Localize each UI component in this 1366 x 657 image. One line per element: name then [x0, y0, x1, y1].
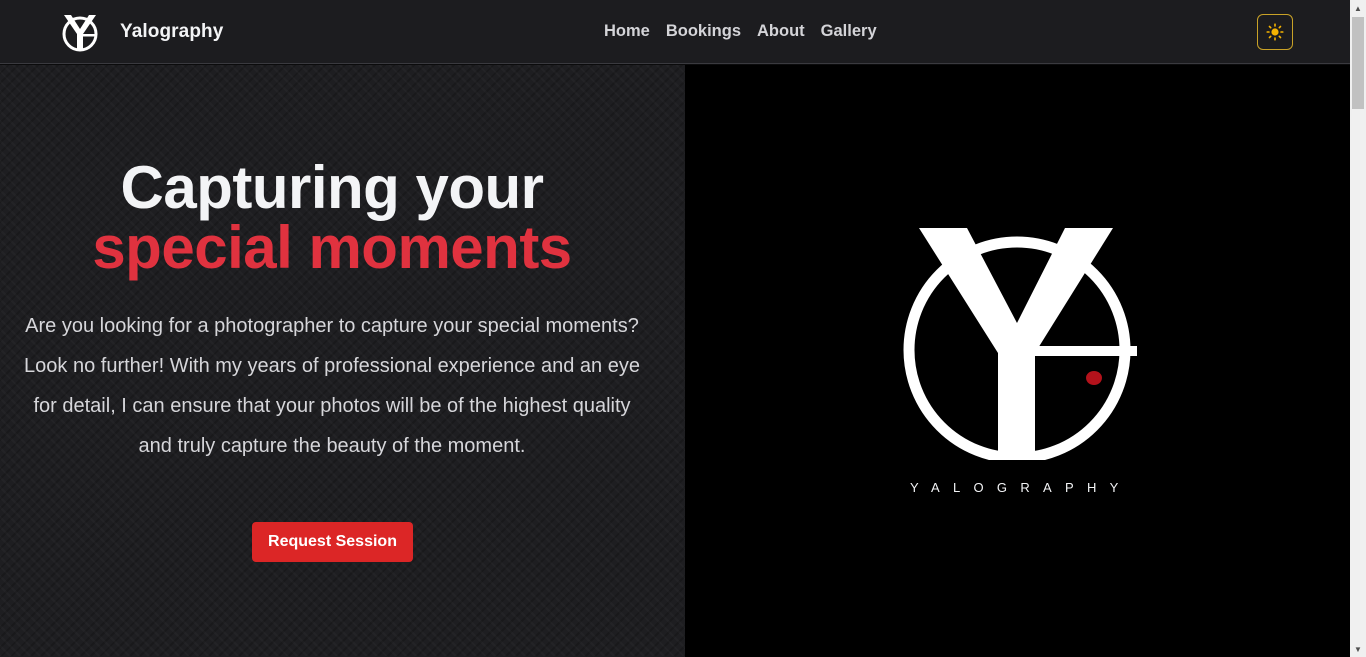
request-session-button[interactable]: Request Session: [252, 522, 413, 562]
hero-text-panel: Capturing your special moments Are you l…: [0, 65, 685, 657]
nav-links: Home Bookings About Gallery: [604, 22, 877, 41]
logo-wordmark: YALOGRAPHY: [910, 480, 1132, 495]
hero-logo-panel: YALOGRAPHY: [685, 65, 1350, 657]
nav-link-home[interactable]: Home: [604, 22, 650, 41]
navbar: Yalography Home Bookings About Gallery: [0, 0, 1350, 64]
nav-link-about[interactable]: About: [757, 22, 805, 41]
yalography-logo: [903, 228, 1137, 460]
hero-title-line2: special moments: [92, 214, 572, 281]
scroll-thumb[interactable]: [1352, 17, 1364, 109]
brand[interactable]: Yalography: [60, 12, 223, 52]
scroll-up-arrow-icon[interactable]: ▲: [1350, 0, 1366, 16]
hero-title: Capturing your special moments: [0, 158, 664, 278]
theme-toggle-button[interactable]: [1257, 14, 1293, 50]
scroll-down-arrow-icon[interactable]: ▼: [1350, 641, 1366, 657]
brand-name: Yalography: [120, 21, 224, 42]
hero-description: Are you looking for a photographer to ca…: [24, 315, 640, 457]
brand-logo: [62, 15, 98, 52]
nav-link-gallery[interactable]: Gallery: [821, 22, 877, 41]
page-scrollbar[interactable]: ▲ ▼: [1350, 0, 1366, 657]
nav-link-bookings[interactable]: Bookings: [666, 22, 741, 41]
hero-title-line1: Capturing your: [120, 154, 545, 221]
sun-icon: [1266, 23, 1284, 41]
